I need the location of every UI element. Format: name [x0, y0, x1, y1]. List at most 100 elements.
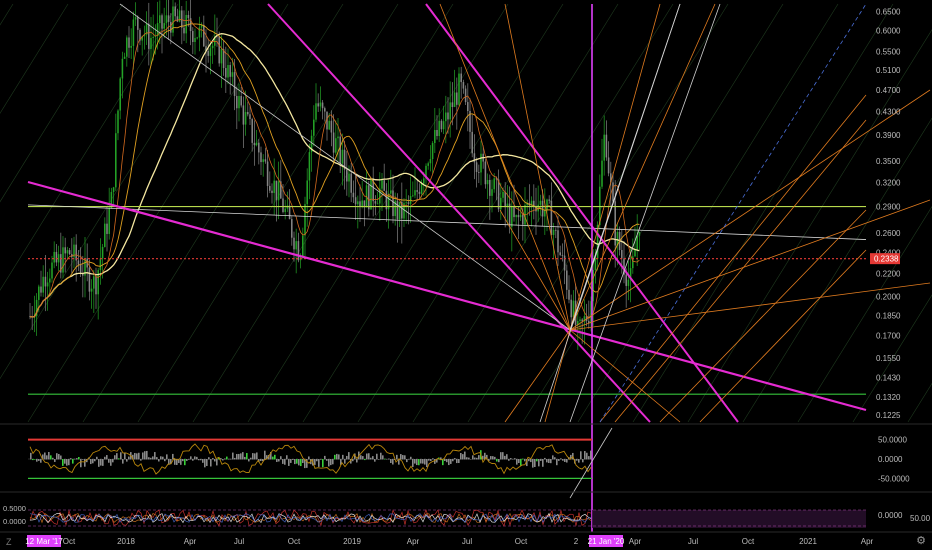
oscillator-bar: [332, 459, 334, 465]
candle-body: [44, 276, 47, 287]
oscillator-bar: [64, 459, 66, 464]
oscillator-bar: [288, 459, 290, 466]
oscillator-bar: [560, 458, 562, 460]
oscillator-bar: [124, 452, 126, 460]
oscillator-bar: [428, 459, 430, 461]
oscillator-bar: [102, 459, 104, 466]
candle-body: [607, 157, 610, 174]
candle-body: [515, 215, 517, 218]
oscillator-bar: [388, 458, 390, 460]
oscillator-bar: [196, 456, 198, 460]
candle-body: [486, 180, 489, 185]
candle-body: [277, 181, 280, 201]
oscillator-bar: [80, 459, 82, 468]
candle-body: [431, 143, 434, 160]
candle-body: [134, 17, 137, 20]
oscillator-bar: [96, 456, 98, 460]
oscillator-bar: [94, 459, 96, 462]
price-tick-label: 0.6500: [876, 7, 901, 16]
candle-body: [128, 37, 130, 48]
candle-body: [370, 179, 372, 210]
candle-body: [284, 208, 286, 213]
gear-icon[interactable]: ⚙: [916, 534, 926, 547]
candle-body: [442, 121, 445, 130]
oscillator-bar: [70, 458, 72, 460]
candle-body: [390, 190, 392, 194]
candle-body: [502, 191, 504, 198]
time-tick-label: Apr: [861, 537, 874, 546]
candle-body: [55, 251, 58, 263]
oscillator-bar: [282, 459, 284, 464]
timezone-label[interactable]: Z: [6, 537, 12, 547]
candle-body: [500, 197, 502, 210]
candle-body: [306, 180, 308, 205]
oscillator-bar: [166, 454, 168, 460]
oscillator-bar: [50, 455, 52, 460]
oscillator-bar: [234, 457, 236, 460]
oscillator-bar: [302, 459, 304, 464]
candle-body: [258, 142, 260, 153]
oscillator-bar: [586, 452, 588, 460]
candle-body: [625, 274, 627, 286]
oscillator-bar: [400, 454, 402, 460]
oscillator-bar: [204, 459, 206, 468]
candle-body: [471, 131, 473, 154]
oscillator-bar: [224, 458, 226, 460]
candle-body: [321, 102, 324, 109]
candle-body: [295, 241, 297, 250]
oscillator-bar: [272, 456, 274, 460]
candle-body: [112, 187, 115, 192]
oscillator-bar: [588, 456, 590, 460]
price-tick-label: 0.1550: [876, 354, 901, 363]
oscillator-bar: [30, 452, 32, 460]
oscillator-bar: [294, 459, 296, 465]
candle-body: [49, 278, 51, 283]
candle-body: [489, 180, 491, 196]
candle-body: [504, 191, 506, 208]
candle-body: [264, 159, 267, 162]
candle-body: [79, 264, 82, 274]
oscillator-bar: [360, 455, 362, 460]
oscillator-bar: [160, 456, 162, 460]
oscillator-bar: [290, 459, 292, 463]
oscillator-bar: [228, 458, 230, 460]
oscillator-bar: [188, 459, 190, 460]
oscillator-bar: [108, 459, 110, 463]
oscillator-bar: [522, 458, 524, 460]
candle-body: [497, 179, 500, 210]
candle-body: [132, 19, 135, 46]
oscillator-bar: [548, 459, 550, 463]
oscillator-bar: [330, 459, 332, 466]
candle-body: [348, 173, 350, 182]
oscillator-bar: [368, 453, 370, 460]
oscillator-bar: [324, 455, 326, 460]
oscillator-bar: [334, 454, 336, 460]
oscillator-bar: [346, 455, 348, 460]
candle-body: [396, 200, 399, 220]
oscillator-bar: [342, 454, 344, 460]
oscillator-bar: [48, 452, 50, 460]
oscillator-bar: [180, 459, 182, 465]
candle-body: [445, 112, 447, 122]
candle-body: [579, 319, 581, 321]
candle-body: [484, 161, 487, 185]
oscillator-bar: [164, 459, 166, 462]
candle-body: [456, 92, 458, 105]
candle-body: [95, 276, 97, 295]
oscillator-bar: [136, 453, 138, 460]
price-chart[interactable]: 0.6500 0.6000 0.5500 0.5100 0.4700 0.4300 0.39…: [0, 0, 932, 550]
time-tick-label: 2019: [343, 537, 361, 546]
range-start-label: 12 Mar '17: [25, 537, 63, 546]
oscillator-bar: [200, 459, 202, 461]
candle-body: [211, 45, 214, 49]
time-tick-label: Apr: [629, 537, 642, 546]
oscillator-bar: [432, 458, 434, 460]
candle-body: [561, 255, 564, 256]
oscillator-bar: [372, 456, 374, 460]
candle-body: [165, 15, 168, 24]
oscillator-bar: [364, 459, 366, 461]
oscillator-bar: [384, 458, 386, 460]
oscillator-bar: [214, 459, 216, 462]
candle-body: [315, 103, 317, 120]
candle-body: [557, 230, 559, 253]
